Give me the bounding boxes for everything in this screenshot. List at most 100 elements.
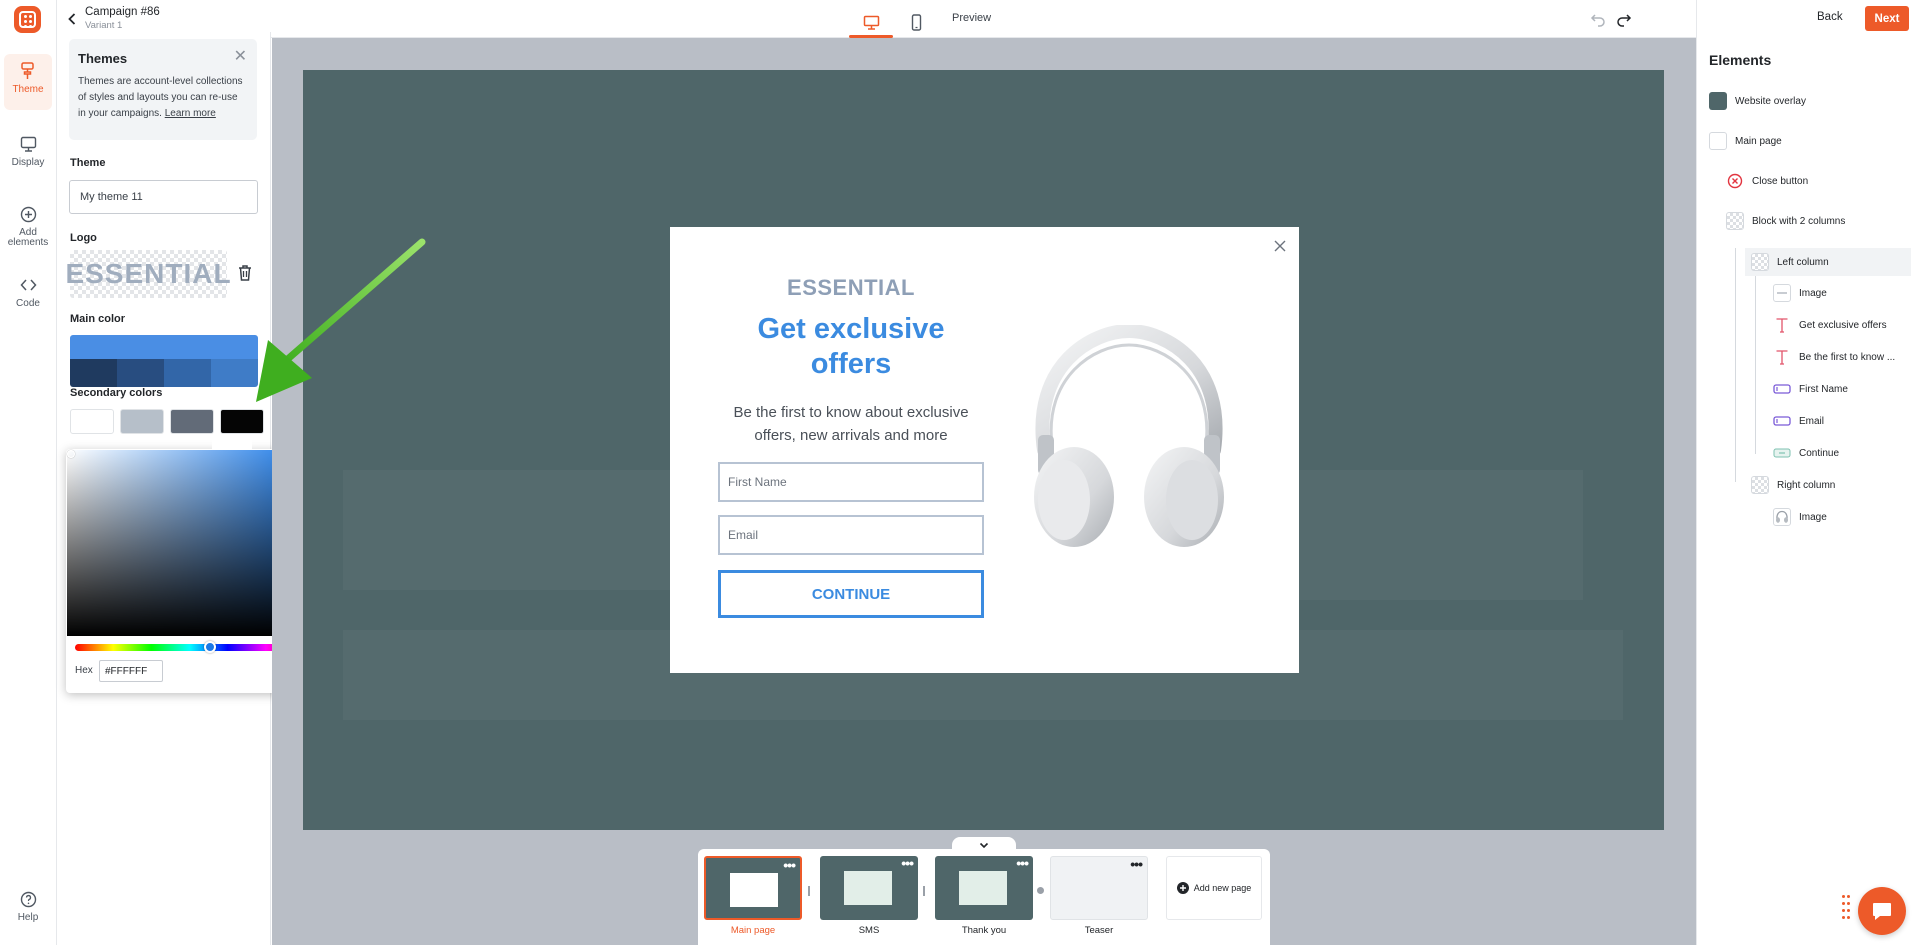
tree-item-continue[interactable]: Continue [1773,441,1839,465]
elements-title: Elements [1709,52,1772,68]
hex-input[interactable]: #FFFFFF [99,660,163,682]
more-icon[interactable]: ••• [901,856,914,870]
learn-more-link[interactable]: Learn more [165,108,216,119]
secondary-colors [70,409,264,434]
tree-label: Image [1799,511,1827,523]
popup-subtitle[interactable]: Be the first to know about exclusive off… [718,401,984,447]
close-circle-icon [1726,172,1744,190]
close-icon[interactable]: ✕ [234,49,247,65]
page-separator-dot [1037,887,1044,894]
desktop-icon [863,15,879,30]
image-icon [1773,284,1791,302]
preview-button[interactable]: Preview [952,12,991,24]
tree-label: Right column [1777,479,1836,491]
green-arrow-annotation [256,238,426,402]
hue-handle[interactable] [204,641,216,653]
logo-label: Logo [70,232,97,244]
campaign-variant: Variant 1 [85,20,123,31]
rail-help-label: Help [17,912,39,923]
tree-item-left-column[interactable]: Left column [1745,248,1911,276]
main-color-shade-2[interactable] [117,359,164,387]
secondary-color-swatch-2[interactable] [120,409,164,434]
rail-code-label: Code [16,298,40,309]
rail-theme[interactable]: Theme [4,54,52,110]
main-color-palette[interactable] [70,335,258,387]
monitor-icon [20,133,37,155]
email-field[interactable]: Email [718,515,984,555]
tree-item-subtitle[interactable]: Be the first to know ... [1773,345,1895,369]
hue-slider[interactable] [75,644,304,651]
secondary-color-swatch-3[interactable] [170,409,214,434]
theme-select[interactable]: My theme 11 [69,180,258,214]
page-thumb-thank-you[interactable]: ••• [935,856,1033,920]
campaign-title: Campaign #86 [85,6,160,18]
more-icon[interactable]: ••• [783,858,796,872]
text-icon [1773,316,1791,334]
mobile-view-button[interactable] [894,6,938,38]
main-color-shades [70,359,258,387]
close-icon[interactable] [1273,239,1287,253]
chat-bubble-icon [1873,903,1891,920]
back-button[interactable]: Back [1817,11,1843,23]
more-icon[interactable]: ••• [1130,857,1143,871]
top-bar: Campaign #86 Variant 1 Preview [57,0,1696,38]
tree-item-email[interactable]: Email [1773,409,1824,433]
main-color-swatch[interactable] [70,335,258,359]
logo-preview[interactable]: ESSENTIAL [65,250,231,298]
popup-brand[interactable]: ESSENTIAL [718,275,984,301]
tree-item-close-button[interactable]: Close button [1726,169,1808,193]
undo-icon[interactable] [1590,11,1606,27]
page-label-main[interactable]: Main page [704,925,802,936]
tree-item-image[interactable]: Image [1773,281,1827,305]
saturation-handle[interactable] [67,450,75,458]
first-name-field[interactable]: First Name [718,462,984,502]
page-separator [808,886,810,896]
headphones-image[interactable] [1022,325,1236,549]
hex-label: Hex [75,665,93,676]
rail-display[interactable]: Display [4,133,52,168]
tree-label: Close button [1752,175,1809,187]
tree-item-first-name[interactable]: First Name [1773,377,1848,401]
campaign-popup[interactable]: ESSENTIAL Get exclusive offers Be the fi… [670,227,1299,673]
text-icon [1773,348,1791,366]
app-logo[interactable] [14,6,41,33]
page-thumb-main[interactable]: ••• [704,856,802,920]
tree-item-image-2[interactable]: Image [1773,505,1827,529]
continue-button[interactable]: CONTINUE [718,570,984,618]
next-button[interactable]: Next [1865,6,1909,31]
mobile-icon [911,13,921,31]
tree-item-main-page[interactable]: Main page [1709,129,1782,153]
drag-handle-icon[interactable] [1842,895,1850,921]
tree-item-website-overlay[interactable]: Website overlay [1709,89,1806,113]
chat-button[interactable] [1858,887,1906,935]
rail-code[interactable]: Code [4,274,52,309]
back-chevron-icon[interactable] [67,12,77,26]
page-thumb-sms[interactable]: ••• [820,856,918,920]
secondary-color-swatch-1[interactable] [70,409,114,434]
page-label-teaser[interactable]: Teaser [1050,925,1148,936]
tree-label: Get exclusive offers [1799,319,1887,331]
page-label-sms[interactable]: SMS [820,925,918,936]
tree-label: First Name [1799,383,1848,395]
add-new-page-button[interactable]: Add new page [1166,856,1262,920]
main-color-shade-1[interactable] [70,359,117,387]
tree-item-block[interactable]: Block with 2 columns [1726,209,1845,233]
themes-info-text: Themes are account-level collections of … [78,74,248,122]
button-icon [1773,444,1791,462]
redo-icon[interactable] [1616,11,1632,27]
rail-add-elements[interactable]: Add elements [4,203,52,248]
theme-label: Theme [70,157,106,169]
page-label-thank-you[interactable]: Thank you [935,925,1033,936]
desktop-view-button[interactable] [849,6,893,38]
main-color-shade-3[interactable] [164,359,211,387]
tree-label: Be the first to know ... [1799,351,1896,363]
secondary-color-swatch-4[interactable] [220,409,264,434]
popup-headline[interactable]: Get exclusive offers [718,312,984,382]
themes-info-box: Themes Themes are account-level collecti… [69,39,257,140]
page-thumb-teaser[interactable]: ••• [1050,856,1148,920]
tree-item-right-column[interactable]: Right column [1751,473,1835,497]
rail-help[interactable]: Help [4,888,52,923]
more-icon[interactable]: ••• [1016,856,1029,870]
headphones-thumb-icon [1773,508,1791,526]
tree-item-headline[interactable]: Get exclusive offers [1773,313,1887,337]
